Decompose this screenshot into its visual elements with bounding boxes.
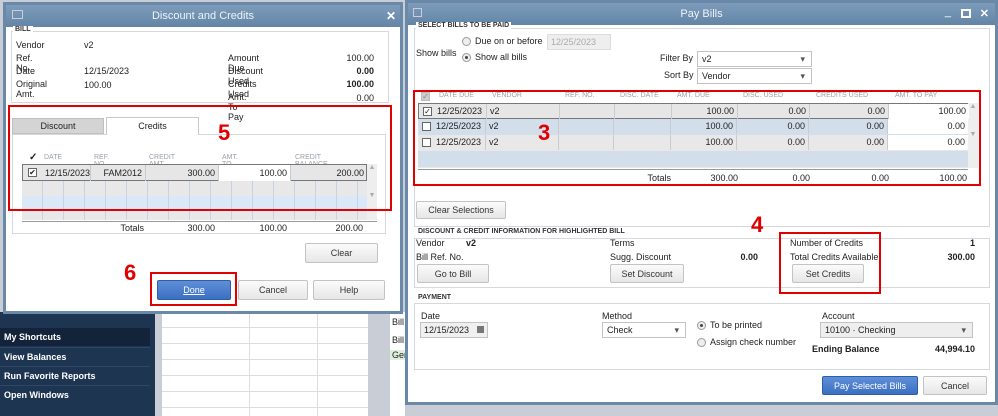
sidebar-item-view-balances[interactable]: View Balances (0, 347, 150, 365)
calendar-icon[interactable] (477, 326, 484, 333)
show-bills-label: Show bills (416, 48, 457, 58)
vendor-label: Vendor (416, 238, 445, 248)
bill-ref-label: Bill Ref. No. (416, 252, 464, 262)
dialog-title: Discount and Credits (6, 5, 400, 27)
filter-by-dropdown[interactable]: v2 (697, 51, 812, 67)
total-credits-value: 300.00 (947, 252, 975, 262)
close-icon[interactable]: ✕ (980, 7, 989, 20)
set-discount-button[interactable]: Set Discount (610, 264, 684, 283)
totals-label: Totals (120, 223, 144, 233)
amt-to-pay-value: 0.00 (356, 93, 374, 103)
show-all-bills-radio[interactable]: Show all bills (462, 52, 528, 63)
date-value: 12/15/2023 (84, 66, 130, 76)
due-on-before-radio[interactable]: Due on or before (462, 36, 543, 47)
minimize-icon[interactable]: _ (945, 6, 951, 18)
sidebar-item-my-shortcuts[interactable]: My Shortcuts (0, 328, 150, 346)
amount-due-value: 100.00 (346, 53, 374, 63)
clear-selections-button[interactable]: Clear Selections (416, 201, 506, 219)
payment-section-label: PAYMENT (416, 294, 454, 301)
system-menu-icon[interactable] (413, 8, 422, 17)
show-all-bills-label: Show all bills (475, 52, 528, 62)
list-row: Bill (392, 335, 405, 345)
payment-date-value: 12/15/2023 (424, 325, 470, 335)
annotation-box-4 (779, 232, 881, 294)
total-balance: 200.00 (335, 223, 363, 233)
cancel-button[interactable]: Cancel (238, 280, 308, 300)
date-label: Date (16, 66, 36, 76)
cancel-button[interactable]: Cancel (923, 376, 987, 395)
vendor-value: v2 (84, 40, 94, 50)
sugg-discount-value: 0.00 (740, 252, 758, 262)
sidebar: My Shortcuts View Balances Run Favorite … (0, 312, 155, 416)
account-dropdown[interactable]: 10100 · Checking (820, 322, 973, 338)
terms-label: Terms (610, 238, 635, 248)
discount-used-value: 0.00 (356, 66, 374, 76)
vendor-value: v2 (466, 238, 477, 248)
background-list: Bill Bill Ger (390, 312, 408, 416)
ending-balance-label: Ending Balance (812, 344, 880, 354)
total-credit-amt: 300.00 (187, 223, 215, 233)
original-amt-label: Original Amt. (16, 79, 48, 99)
annotation-box-5 (8, 105, 392, 211)
filter-by-label: Filter By (660, 53, 694, 63)
bill-section-label: BILL (13, 26, 33, 33)
original-amt-value: 100.00 (84, 80, 112, 90)
annotation-5: 5 (218, 120, 231, 145)
ending-balance-value: 44,994.10 (934, 344, 975, 354)
select-bills-section-label: SELECT BILLS TO BE PAID (416, 22, 512, 29)
sort-by-dropdown[interactable]: Vendor (697, 68, 812, 84)
go-to-bill-button[interactable]: Go to Bill (417, 264, 489, 283)
due-date-field[interactable]: 12/25/2023 (547, 34, 611, 50)
assign-check-number-label: Assign check number (710, 337, 797, 347)
vendor-label: Vendor (16, 40, 45, 50)
help-button[interactable]: Help (313, 280, 385, 300)
payment-date-field[interactable]: 12/15/2023 (420, 322, 488, 338)
annotation-box-6 (150, 272, 237, 306)
assign-check-number-radio[interactable]: Assign check number (697, 337, 797, 348)
sidebar-item-run-favorite-reports[interactable]: Run Favorite Reports (0, 366, 150, 384)
tab-credits[interactable]: Credits (106, 117, 199, 135)
method-dropdown[interactable]: Check (602, 322, 686, 338)
method-label: Method (602, 311, 633, 321)
to-be-printed-radio[interactable]: To be printed (697, 320, 763, 331)
credits-used-value: 100.00 (346, 79, 374, 89)
due-on-before-label: Due on or before (475, 36, 543, 46)
list-row: Ger (390, 350, 408, 360)
sidebar-item-open-windows[interactable]: Open Windows (0, 385, 150, 403)
list-row: Bill (392, 317, 405, 327)
annotation-4: 4 (751, 212, 764, 237)
number-of-credits-value: 1 (969, 238, 975, 248)
annotation-3: 3 (538, 120, 551, 145)
payment-date-label: Date (421, 311, 441, 321)
sugg-discount-label: Sugg. Discount (610, 252, 672, 262)
account-label: Account (822, 311, 855, 321)
to-be-printed-label: To be printed (710, 320, 763, 330)
pay-selected-bills-button[interactable]: Pay Selected Bills (822, 376, 918, 395)
discount-credit-section-label: DISCOUNT & CREDIT INFORMATION FOR HIGHLI… (416, 228, 627, 235)
total-amt-to-use: 100.00 (259, 223, 287, 233)
sort-by-label: Sort By (664, 70, 694, 80)
close-icon[interactable]: ✕ (386, 9, 396, 23)
clear-button[interactable]: Clear (305, 243, 378, 263)
system-menu-icon[interactable] (12, 10, 23, 19)
maximize-icon[interactable] (961, 9, 971, 18)
annotation-6: 6 (124, 260, 137, 285)
annotation-box-3 (413, 90, 981, 186)
background-grid (162, 312, 368, 416)
